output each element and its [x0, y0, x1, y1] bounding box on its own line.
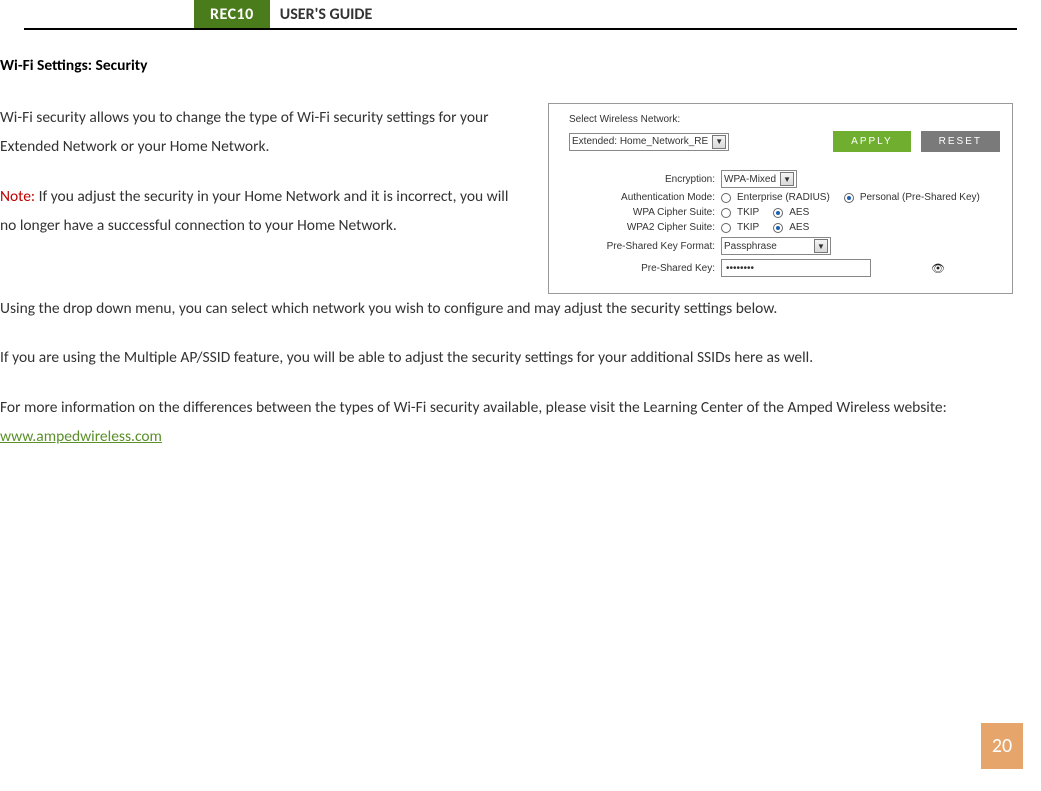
amped-wireless-link[interactable]: www.ampedwireless.com	[0, 427, 162, 446]
note-body: If you adjust the security in your Home …	[0, 187, 508, 235]
encryption-label: Encryption:	[561, 174, 721, 185]
psk-format-value: Passphrase	[724, 241, 777, 252]
wpa-tkip-text: TKIP	[737, 207, 759, 218]
note-label: Note:	[0, 187, 35, 206]
wpa2-tkip-radio[interactable]	[721, 223, 731, 233]
chevron-down-icon: ▼	[780, 172, 794, 186]
psk-input[interactable]: ••••••••	[721, 259, 871, 277]
paragraph-moreinfo: For more information on the differences …	[0, 393, 1013, 452]
encryption-select[interactable]: WPA-Mixed ▼	[721, 170, 797, 188]
paragraph-multiap: If you are using the Multiple AP/SSID fe…	[0, 343, 1013, 372]
paragraph-dropdown: Using the drop down menu, you can select…	[0, 294, 1013, 323]
page-content: Wi-Fi Settings: Security Select Wireless…	[0, 30, 1041, 452]
header-product-tab: REC10	[194, 0, 270, 28]
psk-label: Pre-Shared Key:	[561, 263, 721, 274]
network-select-value: Extended: Home_Network_RE	[572, 136, 708, 147]
encryption-value: WPA-Mixed	[724, 174, 776, 185]
wpa-aes-text: AES	[789, 207, 809, 218]
settings-panel: Select Wireless Network: Extended: Home_…	[548, 103, 1013, 294]
header-title: USER'S GUIDE	[280, 5, 373, 24]
wpa-aes-radio[interactable]	[773, 208, 783, 218]
wpa-tkip-radio[interactable]	[721, 208, 731, 218]
wpa-cipher-label: WPA Cipher Suite:	[561, 207, 721, 218]
select-network-label: Select Wireless Network:	[569, 114, 680, 125]
auth-enterprise-radio[interactable]	[721, 193, 731, 203]
apply-button[interactable]: APPLY	[833, 131, 911, 152]
eye-icon[interactable]: 👁	[931, 262, 945, 275]
header-bar: REC10 USER'S GUIDE	[24, 0, 1017, 30]
wpa2-aes-text: AES	[789, 222, 809, 233]
psk-value: ••••••••	[726, 263, 754, 274]
reset-button[interactable]: RESET	[921, 131, 1000, 152]
wpa2-cipher-label: WPA2 Cipher Suite:	[561, 222, 721, 233]
auth-personal-radio[interactable]	[844, 193, 854, 203]
wpa2-aes-radio[interactable]	[773, 223, 783, 233]
chevron-down-icon: ▼	[712, 135, 726, 149]
page-number: 20	[981, 723, 1023, 769]
auth-mode-label: Authentication Mode:	[561, 192, 721, 203]
auth-enterprise-text: Enterprise (RADIUS)	[737, 192, 830, 203]
psk-format-label: Pre-Shared Key Format:	[561, 241, 721, 252]
psk-format-select[interactable]: Passphrase ▼	[721, 237, 831, 255]
auth-personal-text: Personal (Pre-Shared Key)	[860, 192, 980, 203]
network-select[interactable]: Extended: Home_Network_RE ▼	[569, 133, 729, 151]
chevron-down-icon: ▼	[814, 239, 828, 253]
wpa2-tkip-text: TKIP	[737, 222, 759, 233]
moreinfo-text: For more information on the differences …	[0, 398, 947, 417]
section-title: Wi-Fi Settings: Security	[0, 56, 1013, 75]
